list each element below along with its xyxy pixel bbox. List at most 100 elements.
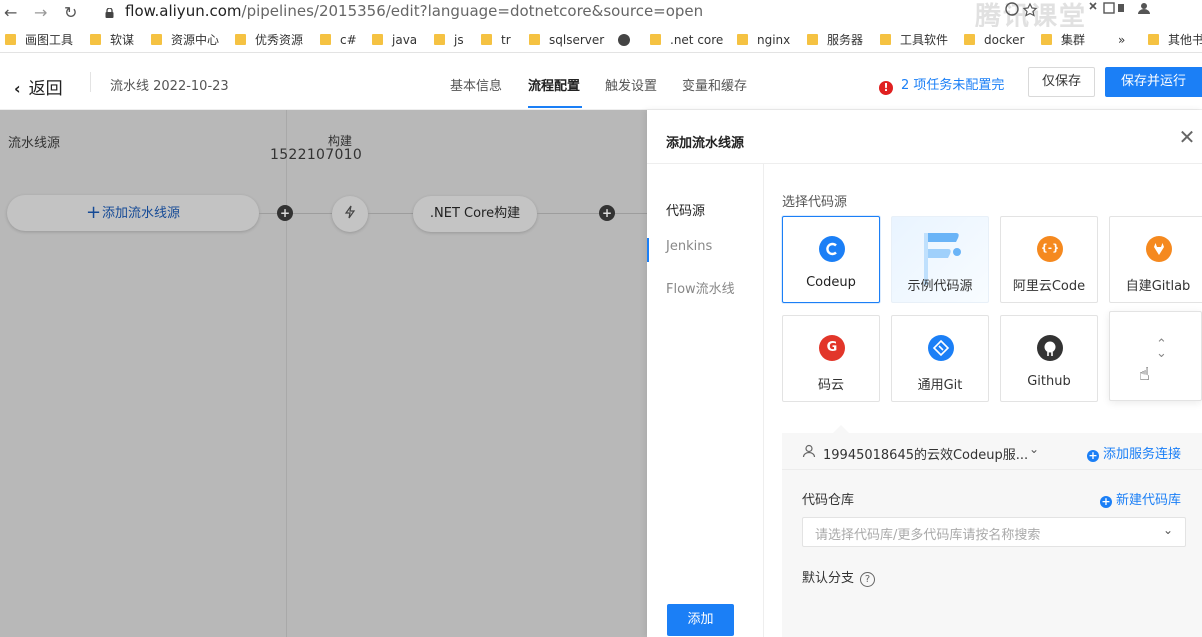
- bookmark-item[interactable]: [618, 31, 638, 49]
- error-icon: !: [879, 81, 893, 95]
- source-card-demo[interactable]: 示例代码源: [891, 216, 989, 303]
- codeup-config-panel: 19945018645的云效Codeup服... ⌄ + 添加服务连接 代码仓库 …: [782, 433, 1202, 637]
- stage-divider: [286, 110, 287, 637]
- tab-variables-cache[interactable]: 变量和缓存: [682, 75, 747, 94]
- git-icon: [928, 335, 954, 361]
- expand-collapse-icon[interactable]: ⌃ ⌄: [1156, 338, 1167, 360]
- help-icon[interactable]: ?: [860, 572, 876, 587]
- nav-flow-pipeline[interactable]: Flow流水线: [666, 278, 735, 297]
- aliyun-code-icon: {-}: [1037, 236, 1063, 262]
- active-tab-indicator: [528, 106, 582, 108]
- bookmark-item[interactable]: 工具软件: [880, 31, 948, 49]
- folder-icon: [737, 34, 748, 45]
- github-icon: [1037, 335, 1063, 361]
- url-host: flow.aliyun.com: [125, 2, 242, 20]
- bookmark-item[interactable]: 画图工具: [5, 31, 73, 49]
- bookmark-item[interactable]: 集群: [1041, 31, 1085, 49]
- source-card-aliyun-code[interactable]: {-} 阿里云Code: [1000, 216, 1098, 303]
- nav-jenkins[interactable]: Jenkins: [666, 239, 712, 254]
- forward-arrow-icon[interactable]: →: [34, 4, 47, 22]
- bookmarks-bar: 画图工具 软谋 资源中心 优秀资源 c# java js tr sqlserve…: [0, 27, 1202, 53]
- folder-icon: [1041, 34, 1052, 45]
- plus-circle-icon: +: [1087, 449, 1099, 462]
- tab-trigger-settings[interactable]: 触发设置: [605, 75, 657, 94]
- service-connection-row: 19945018645的云效Codeup服... ⌄ + 添加服务连接: [782, 433, 1202, 470]
- bookmark-item[interactable]: 软谋: [90, 31, 134, 49]
- repo-label: 代码仓库: [802, 493, 855, 508]
- save-only-button[interactable]: 仅保存: [1028, 67, 1095, 97]
- user-icon: [802, 444, 816, 458]
- bookmark-item[interactable]: 其他书: [1148, 31, 1202, 49]
- back-arrow-icon[interactable]: ←: [4, 4, 17, 22]
- folder-icon: [90, 34, 101, 45]
- source-card-codeup[interactable]: Codeup: [782, 216, 880, 303]
- chevron-down-icon[interactable]: ⌄: [1029, 442, 1039, 456]
- selection-caret: [833, 425, 849, 433]
- bookmark-item[interactable]: .net core: [650, 31, 723, 49]
- drawer-title: 添加流水线源: [666, 136, 745, 151]
- folder-icon: [151, 34, 162, 45]
- codeup-icon: [819, 236, 845, 262]
- bookmarks-overflow[interactable]: »: [1118, 31, 1125, 49]
- app-header: ‹ 返回 流水线 2022-10-23 基本信息 流程配置 触发设置 变量和缓存 …: [0, 54, 1202, 110]
- chevron-left-icon: ‹: [14, 79, 21, 98]
- folder-icon: [880, 34, 891, 45]
- repo-select-placeholder: 请选择代码库/更多代码库请按名称搜索: [815, 528, 1041, 543]
- new-repo-link[interactable]: + 新建代码库: [1100, 489, 1181, 508]
- browser-extension-icons: [1005, 2, 1150, 17]
- add-source-drawer: 添加流水线源 ✕ 代码源 Jenkins Flow流水线 选择代码源 Codeu…: [647, 110, 1202, 637]
- globe-icon: [618, 34, 630, 46]
- bookmark-item[interactable]: 优秀资源: [235, 31, 303, 49]
- reload-icon[interactable]: ↻: [64, 4, 77, 22]
- default-branch-label: 默认分支?: [802, 567, 876, 587]
- plus-circle-icon: +: [1100, 495, 1112, 508]
- bookmark-item[interactable]: docker: [964, 31, 1024, 49]
- lock-icon: [105, 8, 114, 18]
- pipeline-canvas-overlay[interactable]: 流水线源 构建 1522107010 +添加流水线源 + .NET Core构建…: [0, 110, 647, 637]
- folder-icon: [964, 34, 975, 45]
- divider: [90, 72, 91, 92]
- source-card-github[interactable]: Github: [1000, 315, 1098, 402]
- back-button[interactable]: ‹ 返回: [14, 74, 63, 99]
- url-field[interactable]: flow.aliyun.com/pipelines/2015356/edit?l…: [125, 2, 703, 20]
- bookmark-item[interactable]: sqlserver: [529, 31, 604, 49]
- stage-title-source: 流水线源: [8, 136, 61, 151]
- bookmark-item[interactable]: nginx: [737, 31, 790, 49]
- more-sources-card[interactable]: ⌃ ⌄ ☝: [1109, 311, 1202, 401]
- bookmark-item[interactable]: 资源中心: [151, 31, 219, 49]
- add-pipeline-source-button[interactable]: +添加流水线源: [7, 195, 259, 231]
- folder-icon: [807, 34, 818, 45]
- folder-icon: [1148, 34, 1159, 45]
- tab-basic-info[interactable]: 基本信息: [450, 75, 502, 94]
- pipeline-title: 流水线 2022-10-23: [110, 79, 229, 94]
- add-stage-plus-icon[interactable]: +: [599, 205, 615, 221]
- repo-select[interactable]: 请选择代码库/更多代码库请按名称搜索 ⌄: [802, 517, 1186, 547]
- source-card-gitlab[interactable]: 自建Gitlab: [1109, 216, 1202, 303]
- tab-flow-config[interactable]: 流程配置: [528, 75, 580, 94]
- gitee-icon: G: [819, 335, 845, 361]
- add-source-submit-button[interactable]: 添加: [667, 604, 734, 636]
- stage-id: 1522107010: [270, 147, 363, 163]
- bookmark-item[interactable]: js: [434, 31, 464, 49]
- close-icon[interactable]: ✕: [1176, 126, 1198, 148]
- bookmark-item[interactable]: 服务器: [807, 31, 863, 49]
- hand-cursor-icon: ☝: [1139, 364, 1150, 385]
- add-service-connection-link[interactable]: + 添加服务连接: [1087, 443, 1181, 462]
- gitlab-icon: [1146, 236, 1172, 262]
- trigger-lightning-icon[interactable]: [332, 196, 368, 232]
- add-stage-plus-icon[interactable]: +: [277, 205, 293, 221]
- source-card-git[interactable]: 通用Git: [891, 315, 989, 402]
- source-card-gitee[interactable]: G 码云: [782, 315, 880, 402]
- save-and-run-button[interactable]: 保存并运行: [1105, 67, 1202, 97]
- dotnet-core-build-job[interactable]: .NET Core构建: [413, 196, 537, 232]
- incomplete-tasks-warning[interactable]: ! 2 项任务未配置完: [879, 74, 1004, 95]
- bookmark-item[interactable]: java: [372, 31, 417, 49]
- bookmark-item[interactable]: c#: [320, 31, 357, 49]
- folder-icon: [529, 34, 540, 45]
- plus-icon: +: [85, 202, 102, 223]
- url-path: /pipelines/2015356/edit?language=dotnetc…: [241, 2, 704, 20]
- source-type-nav: 代码源 Jenkins Flow流水线: [647, 164, 764, 637]
- nav-code-source[interactable]: 代码源: [666, 200, 705, 219]
- service-connection-select[interactable]: 19945018645的云效Codeup服...: [823, 444, 1028, 463]
- bookmark-item[interactable]: tr: [481, 31, 511, 49]
